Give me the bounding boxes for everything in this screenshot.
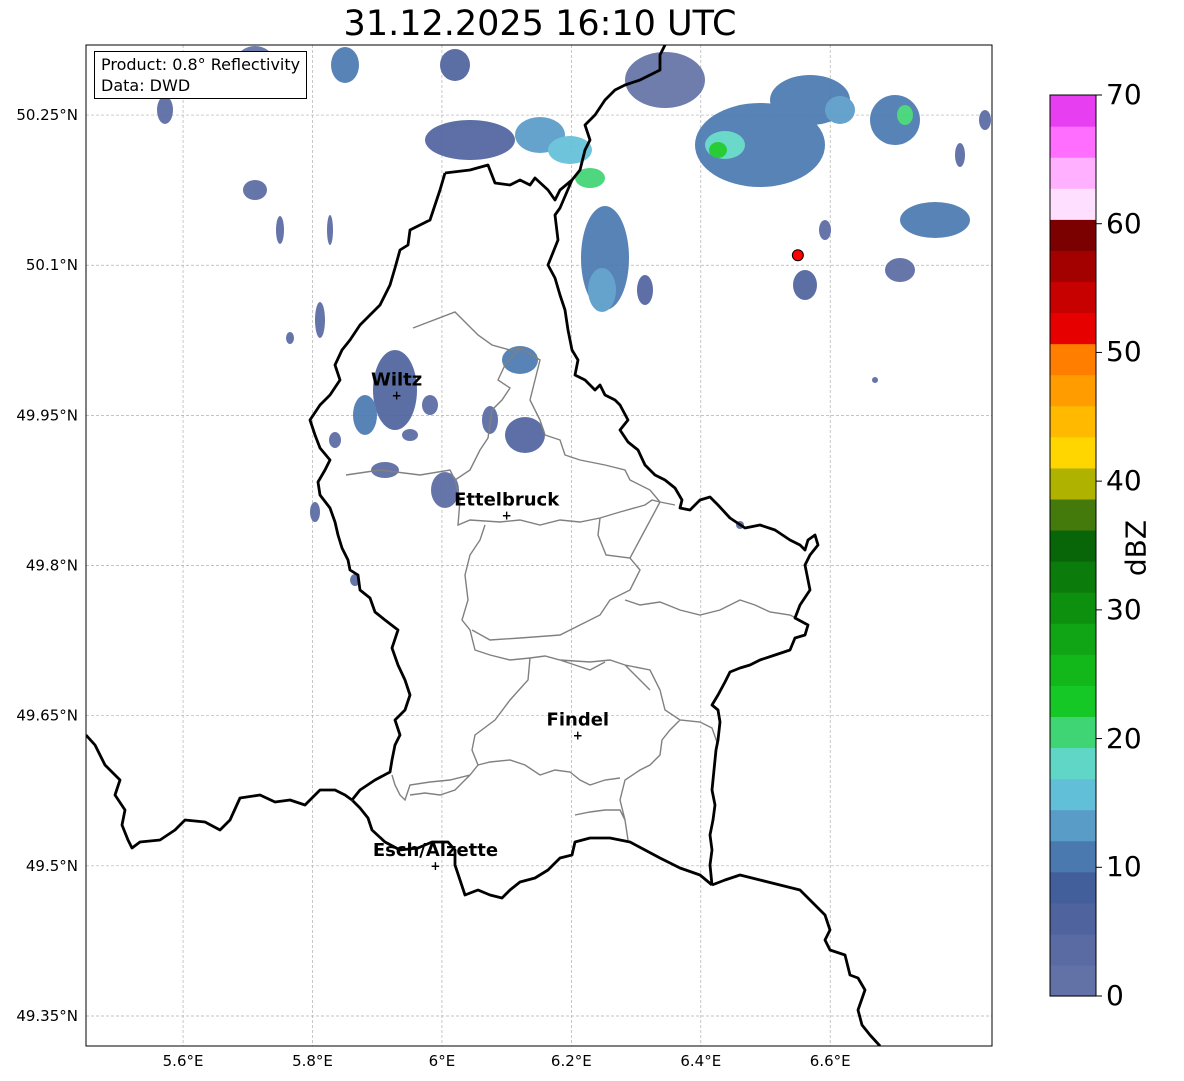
colorbar-segment <box>1050 126 1096 158</box>
colorbar-segment <box>1050 343 1096 376</box>
city-marker: + <box>573 729 583 743</box>
colorbar-segment <box>1050 561 1096 593</box>
colorbar-label: dBZ <box>1119 519 1153 577</box>
lon-tick-label: 6.4°E <box>680 1052 721 1070</box>
colorbar-segment <box>1050 436 1096 469</box>
lat-tick-label: 50.25°N <box>16 106 78 124</box>
colorbar-tick-label: 10 <box>1106 850 1142 884</box>
colorbar-segment <box>1050 840 1096 873</box>
colorbar-tick-label: 50 <box>1106 335 1142 369</box>
map-background <box>86 45 992 1046</box>
colorbar-tick-label: 30 <box>1106 592 1142 626</box>
lon-tick-label: 6.6°E <box>810 1052 851 1070</box>
colorbar-segment <box>1050 747 1096 780</box>
lat-tick-label: 49.35°N <box>16 1007 78 1025</box>
city-label: Esch/Alzette <box>373 840 498 861</box>
colorbar-segment <box>1050 778 1096 811</box>
colorbar-tick-label: 0 <box>1106 979 1124 1012</box>
colorbar-tick-label: 70 <box>1106 78 1142 111</box>
city-label: Findel <box>547 710 610 731</box>
colorbar-segment <box>1050 529 1096 562</box>
lat-tick-label: 49.95°N <box>16 406 78 424</box>
colorbar-segment <box>1050 871 1096 904</box>
colorbar-tick-label: 40 <box>1106 464 1142 498</box>
lon-tick-label: 5.8°E <box>292 1052 333 1070</box>
lon-tick-label: 6.2°E <box>551 1052 592 1070</box>
city-marker: + <box>392 388 402 402</box>
colorbar-segment <box>1050 933 1096 966</box>
colorbar-segment <box>1050 157 1096 189</box>
info-box: Product: 0.8° Reflectivity Data: DWD <box>94 51 308 99</box>
colorbar-segment <box>1050 250 1096 283</box>
product-label: Product: 0.8° Reflectivity <box>101 55 301 74</box>
colorbar-segment <box>1050 281 1096 314</box>
lat-tick-label: 49.5°N <box>26 857 78 875</box>
radar-map: 50.25°N 50.1°N 49.95°N 49.8°N 49.65°N 49.5°N 4… <box>16 44 1102 1070</box>
lat-tick-label: 50.1°N <box>26 256 78 274</box>
colorbar-tick-label: 20 <box>1106 721 1142 755</box>
colorbar-segment <box>1050 498 1096 531</box>
colorbar-segment <box>1050 902 1096 935</box>
lon-tick-label: 5.6°E <box>163 1052 204 1070</box>
lat-tick-label: 49.65°N <box>16 707 78 725</box>
lat-tick-label: 49.8°N <box>26 557 78 575</box>
city-label: Ettelbruck <box>454 489 560 510</box>
colorbar-segment <box>1050 467 1096 500</box>
colorbar-segment <box>1050 623 1096 655</box>
colorbar-segment <box>1050 188 1096 220</box>
colorbar-segment <box>1050 219 1096 251</box>
colorbar-tick-label: 60 <box>1106 206 1142 240</box>
colorbar-segment <box>1050 654 1096 686</box>
colorbar-segment <box>1050 405 1096 438</box>
colorbar-segment <box>1050 685 1096 717</box>
colorbar-segment <box>1050 716 1096 749</box>
city-label: Wiltz <box>371 369 422 390</box>
radar-site-dot <box>791 249 804 262</box>
colorbar-segment <box>1050 312 1096 345</box>
colorbar-segment <box>1050 374 1096 407</box>
colorbar-segment <box>1050 95 1096 127</box>
radar-site-marker <box>791 249 804 262</box>
city-marker: + <box>502 508 512 522</box>
data-source-label: Data: DWD <box>101 76 191 95</box>
colorbar <box>1049 94 1102 997</box>
city-marker: + <box>430 859 440 873</box>
lon-tick-label: 6°E <box>429 1052 456 1070</box>
colorbar-segment <box>1050 964 1096 997</box>
colorbar-segment <box>1050 592 1096 624</box>
colorbar-segment <box>1050 809 1096 842</box>
